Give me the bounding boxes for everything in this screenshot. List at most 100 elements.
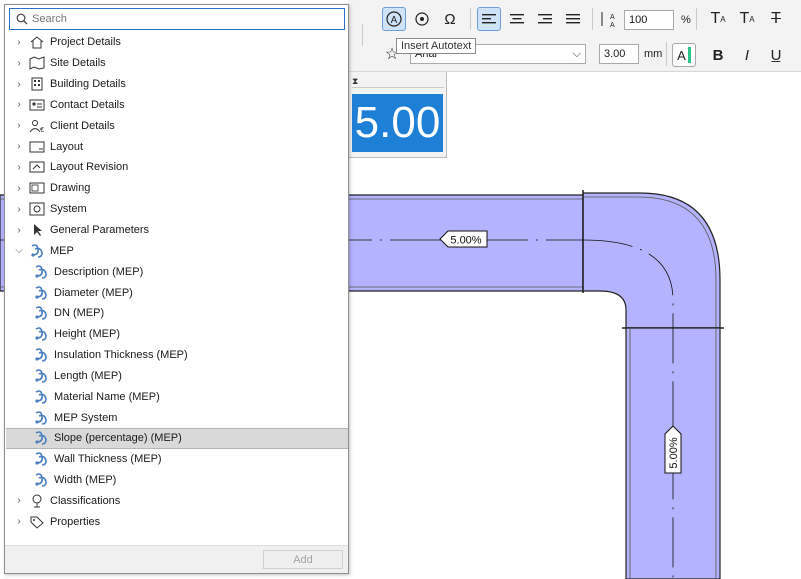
mep-icon [32, 430, 50, 446]
tree-item-label: Diameter (MEP) [54, 286, 133, 299]
tree-group-item[interactable]: › Contact Details [6, 95, 348, 116]
cursor-arrow-icon [28, 222, 46, 238]
underline-button[interactable]: U̲ [764, 43, 788, 67]
align-left-button[interactable] [477, 7, 501, 31]
chevron-right-icon[interactable]: › [14, 204, 24, 215]
svg-text:€: € [40, 126, 44, 133]
tree-item-label: Material Name (MEP) [54, 390, 160, 403]
tree-item-label: General Parameters [50, 224, 150, 237]
hourglass-icon: ⧗ [352, 76, 359, 86]
tree-child-item[interactable]: Wall Thickness (MEP) [6, 449, 348, 470]
chevron-right-icon[interactable]: › [14, 37, 24, 48]
tree-item-label: System [50, 203, 87, 216]
chevron-down-icon[interactable]: ⌵ [14, 245, 24, 256]
tree-group-item[interactable]: › Classifications [6, 491, 348, 512]
text-color-button[interactable]: A [672, 43, 696, 67]
mep-icon [32, 410, 50, 426]
autotext-refresh-button[interactable] [410, 7, 434, 31]
house-icon [28, 34, 46, 50]
slope-tag-vertical[interactable]: 5.00% [664, 425, 682, 474]
justify-button[interactable] [561, 7, 585, 31]
tree-child-item[interactable]: Description (MEP) [6, 261, 348, 282]
tree-group-item[interactable]: › Layout Revision [6, 157, 348, 178]
chevron-right-icon[interactable]: › [14, 120, 24, 131]
insert-autotext-button[interactable]: A [382, 7, 406, 31]
tree-child-item[interactable]: Slope (percentage) (MEP) [6, 428, 348, 449]
tree-group-item[interactable]: › Layout [6, 136, 348, 157]
mep-icon [32, 389, 50, 405]
tree-item-label: Layout Revision [50, 161, 129, 174]
tree-item-label: Wall Thickness (MEP) [54, 453, 162, 466]
tree-item-label: Slope (percentage) (MEP) [54, 432, 182, 445]
search-icon [16, 13, 28, 25]
tree-child-item[interactable]: Insulation Thickness (MEP) [6, 345, 348, 366]
mep-icon [32, 472, 50, 488]
chevron-right-icon[interactable]: › [14, 162, 24, 173]
insert-autotext-tooltip: Insert Autotext [396, 38, 477, 54]
tree-item-label: Properties [50, 515, 101, 528]
strikethrough-button[interactable]: T [764, 7, 788, 31]
chevron-right-icon[interactable]: › [14, 495, 24, 506]
chevron-right-icon[interactable]: › [14, 58, 24, 69]
search-input[interactable] [32, 13, 332, 25]
mep-icon [32, 347, 50, 363]
mep-icon [32, 264, 50, 280]
subscript-button[interactable]: TA [735, 7, 759, 31]
chevron-right-icon[interactable]: › [14, 79, 24, 90]
tree-child-item[interactable]: Diameter (MEP) [6, 282, 348, 303]
text-scale-input[interactable]: 100 [624, 10, 674, 30]
properties-tag-icon [28, 514, 46, 530]
tree-item-label: Insulation Thickness (MEP) [54, 349, 188, 362]
chevron-right-icon[interactable]: › [14, 516, 24, 527]
align-right-button[interactable] [533, 7, 557, 31]
tree-child-item[interactable]: DN (MEP) [6, 303, 348, 324]
tree-group-item[interactable]: › General Parameters [6, 220, 348, 241]
tree-child-item[interactable]: Width (MEP) [6, 470, 348, 491]
tree-group-item[interactable]: › € Client Details [6, 115, 348, 136]
search-box[interactable] [9, 8, 345, 30]
tree-group-item[interactable]: › Building Details [6, 74, 348, 95]
tree-item-label: Layout [50, 140, 84, 153]
building-icon [28, 76, 46, 92]
text-size-input[interactable]: 3.00 [599, 44, 639, 64]
tree-group-item[interactable]: ⌵ MEP [6, 240, 348, 261]
tree-child-item[interactable]: Height (MEP) [6, 324, 348, 345]
tree-item-label: Client Details [50, 119, 115, 132]
layout-revision-icon [28, 159, 46, 175]
italic-button[interactable]: I [735, 43, 759, 67]
tree-group-item[interactable]: › Project Details [6, 32, 348, 53]
tree-child-item[interactable]: Material Name (MEP) [6, 386, 348, 407]
layout-icon [28, 139, 46, 155]
panel-footer: Add [5, 545, 348, 573]
autotext-panel: › Project Details › Site Details › Building D… [4, 4, 349, 574]
classification-tree-icon [28, 493, 46, 509]
align-center-button[interactable] [505, 7, 529, 31]
contact-card-icon [28, 97, 46, 113]
mep-icon [32, 326, 50, 342]
tree-item-label: Project Details [50, 36, 121, 49]
tree-group-item[interactable]: › Site Details [6, 53, 348, 74]
superscript-button[interactable]: TA [706, 7, 730, 31]
preview-value: 5.00 [352, 94, 443, 152]
add-button[interactable]: Add [263, 550, 343, 569]
tree-group-item[interactable]: › System [6, 199, 348, 220]
tree-item-label: Drawing [50, 182, 91, 195]
tree-group-item[interactable]: › Properties [6, 511, 348, 532]
tree-item-label: Contact Details [50, 98, 125, 111]
system-icon [28, 201, 46, 217]
special-character-icon[interactable]: Ω [438, 7, 462, 31]
text-size-unit: mm [644, 48, 663, 60]
bold-button[interactable]: B [706, 43, 730, 67]
slope-tag-horizontal[interactable]: 5.00% [439, 230, 488, 248]
chevron-right-icon[interactable]: › [14, 141, 24, 152]
chevron-right-icon[interactable]: › [14, 183, 24, 194]
tree-child-item[interactable]: MEP System [6, 407, 348, 428]
chevron-right-icon[interactable]: › [14, 225, 24, 236]
tree-group-item[interactable]: › Drawing [6, 178, 348, 199]
text-format-toolbar: A Ω AA 100 % TA TA T ☆ Arial ⌵ 3.00 mm A… [348, 0, 801, 72]
mep-icon [32, 285, 50, 301]
tree-child-item[interactable]: Length (MEP) [6, 366, 348, 387]
chevron-right-icon[interactable]: › [14, 99, 24, 110]
tree-item-label: MEP System [54, 411, 118, 424]
site-map-icon [28, 55, 46, 71]
